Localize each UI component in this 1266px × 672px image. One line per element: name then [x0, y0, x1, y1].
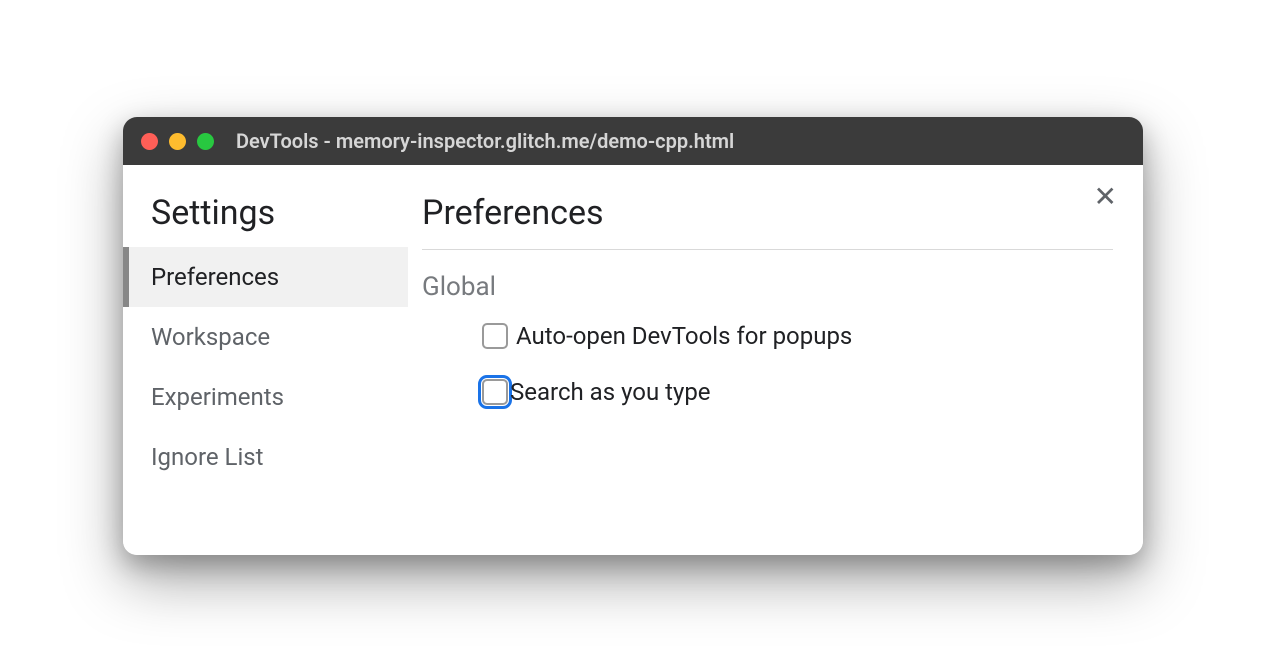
option-auto-open-devtools: Auto-open DevTools for popups: [482, 322, 1113, 350]
close-icon[interactable]: ✕: [1094, 183, 1117, 211]
settings-main: Preferences Global Auto-open DevTools fo…: [408, 175, 1143, 555]
settings-content: ✕ Settings Preferences Workspace Experim…: [123, 165, 1143, 555]
checkbox-search-as-you-type[interactable]: [482, 379, 508, 405]
window-close-button[interactable]: [141, 133, 158, 150]
option-label[interactable]: Auto-open DevTools for popups: [516, 322, 852, 350]
window-maximize-button[interactable]: [197, 133, 214, 150]
window-title: DevTools - memory-inspector.glitch.me/de…: [236, 129, 734, 153]
sidebar-item-preferences[interactable]: Preferences: [123, 247, 408, 307]
traffic-lights: [141, 133, 214, 150]
devtools-settings-window: DevTools - memory-inspector.glitch.me/de…: [123, 117, 1143, 555]
sidebar-item-workspace[interactable]: Workspace: [123, 307, 408, 367]
settings-sidebar: Settings Preferences Workspace Experimen…: [123, 175, 408, 555]
option-label[interactable]: Search as you type: [510, 378, 711, 406]
sidebar-item-experiments[interactable]: Experiments: [123, 367, 408, 427]
section-title-global: Global: [422, 272, 1113, 302]
checkbox-auto-open-devtools[interactable]: [482, 323, 508, 349]
window-minimize-button[interactable]: [169, 133, 186, 150]
titlebar: DevTools - memory-inspector.glitch.me/de…: [123, 117, 1143, 165]
sidebar-item-ignore-list[interactable]: Ignore List: [123, 427, 408, 487]
option-search-as-you-type: Search as you type: [482, 378, 1113, 406]
page-title: Preferences: [422, 193, 1113, 250]
sidebar-title: Settings: [123, 193, 408, 247]
